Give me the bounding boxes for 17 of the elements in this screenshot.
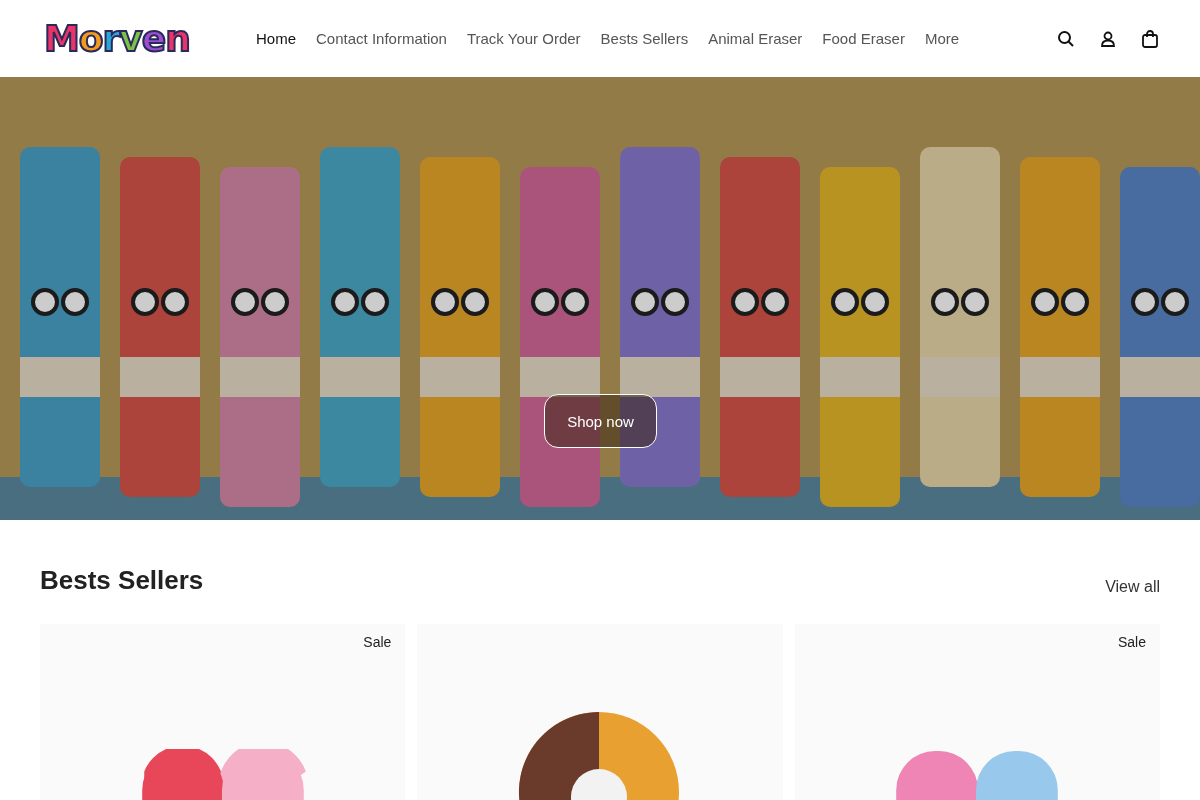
nav-link[interactable]: Home <box>256 30 296 47</box>
product-card[interactable]: Sale <box>794 624 1160 800</box>
sale-label: Sale <box>363 634 392 650</box>
product-card[interactable]: Sale <box>40 624 406 800</box>
nav-link[interactable]: Contact Information <box>316 30 447 47</box>
shop-now-button[interactable]: Shop now <box>544 394 657 448</box>
cart-icon[interactable] <box>1140 28 1160 49</box>
nav-link[interactable]: More <box>924 30 960 47</box>
nav-link[interactable]: Bests Sellers <box>600 30 689 47</box>
logo[interactable]: Morven <box>44 18 232 59</box>
section-title: Bests Sellers <box>40 565 204 596</box>
nav-link[interactable]: Food Eraser <box>822 30 905 47</box>
nav-link[interactable]: Track Your Order <box>466 30 581 47</box>
nav-link[interactable]: Animal Eraser <box>708 30 803 47</box>
sale-label: Sale <box>1117 634 1146 650</box>
search-icon[interactable] <box>1056 28 1076 49</box>
view-all-link[interactable]: View all <box>1105 578 1160 596</box>
